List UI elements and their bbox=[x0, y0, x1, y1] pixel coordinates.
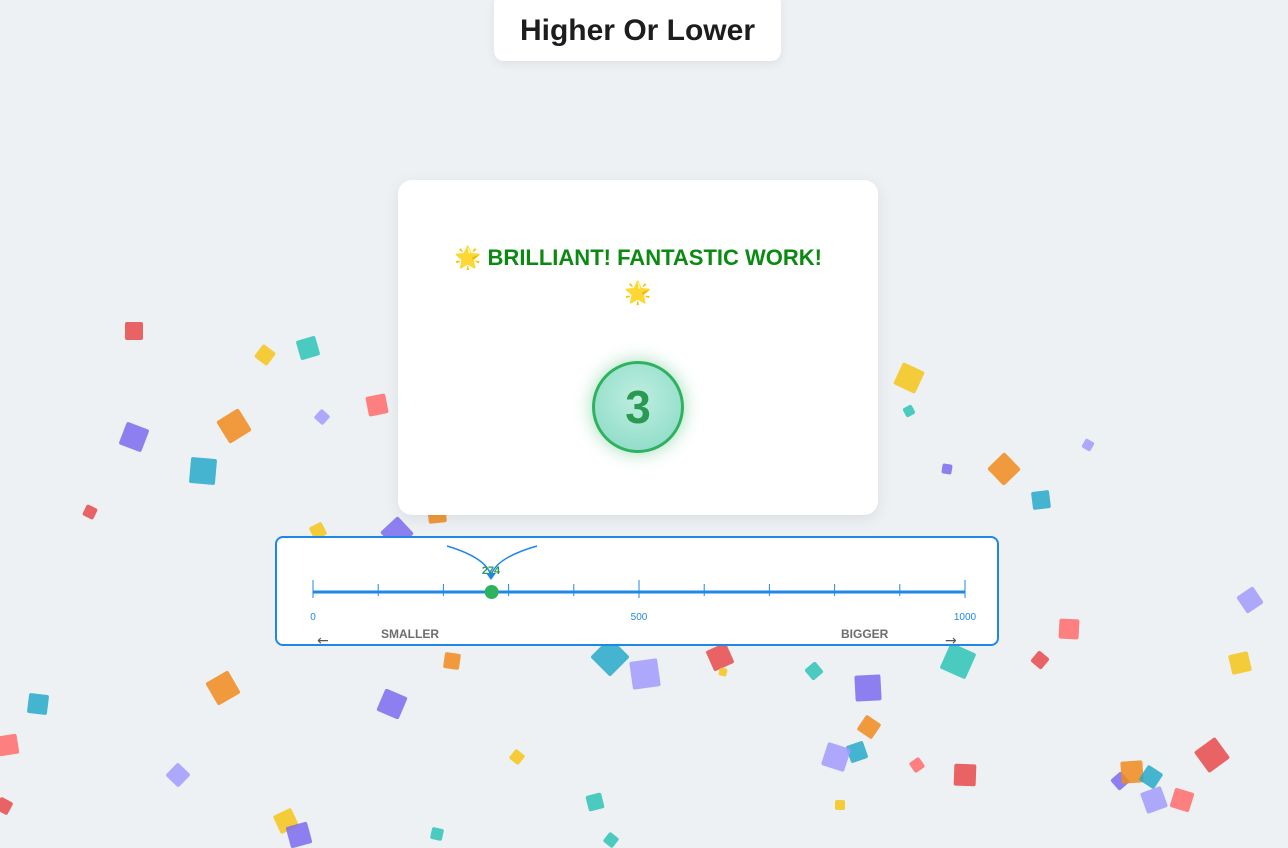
confetti-piece bbox=[902, 404, 916, 418]
confetti-piece bbox=[585, 792, 605, 812]
confetti-piece bbox=[804, 661, 824, 681]
tick-label-min: 0 bbox=[310, 612, 316, 623]
result-card: 🌟 BRILLIANT! FANTASTIC WORK! 🌟 3 bbox=[398, 180, 878, 515]
confetti-piece bbox=[0, 796, 14, 816]
confetti-piece bbox=[0, 733, 20, 757]
confetti-piece bbox=[442, 651, 462, 671]
bigger-label: BIGGER bbox=[841, 627, 889, 641]
number-line-ticks bbox=[312, 580, 966, 598]
star-icon: 🌟 bbox=[624, 280, 652, 305]
confetti-piece bbox=[253, 343, 277, 367]
confetti-piece bbox=[845, 740, 869, 764]
arrow-right-icon: → bbox=[945, 633, 957, 649]
confetti-piece bbox=[1193, 736, 1231, 774]
guess-count: 3 bbox=[625, 381, 651, 433]
confetti-piece bbox=[285, 821, 313, 848]
confetti-piece bbox=[1228, 651, 1252, 675]
success-message: 🌟 BRILLIANT! FANTASTIC WORK! 🌟 bbox=[428, 240, 848, 310]
confetti-piece bbox=[81, 503, 99, 521]
tick-label-max: 1000 bbox=[954, 612, 977, 623]
confetti-piece bbox=[295, 335, 321, 361]
confetti-piece bbox=[188, 456, 218, 486]
confetti-piece bbox=[26, 692, 50, 716]
guess-count-badge: 3 bbox=[592, 361, 684, 453]
confetti-piece bbox=[313, 408, 331, 426]
confetti-piece bbox=[1030, 650, 1050, 670]
confetti-piece bbox=[629, 658, 661, 690]
page-title: Higher Or Lower bbox=[519, 13, 756, 47]
confetti-piece bbox=[508, 748, 526, 766]
confetti-piece bbox=[1030, 489, 1052, 511]
message-text: BRILLIANT! FANTASTIC WORK! bbox=[487, 245, 822, 270]
arrow-left-icon: ← bbox=[317, 633, 329, 649]
confetti-piece bbox=[718, 667, 728, 677]
confetti-piece bbox=[205, 670, 241, 706]
confetti-piece bbox=[272, 807, 300, 835]
confetti-piece bbox=[1081, 438, 1095, 452]
confetti-piece bbox=[854, 674, 882, 702]
confetti-piece bbox=[216, 408, 252, 444]
confetti-piece bbox=[118, 421, 150, 453]
tick-label-mid: 500 bbox=[631, 612, 648, 623]
number-line-panel[interactable]: 0 500 1000 274 ← SMALLER BIGGER → bbox=[275, 536, 999, 649]
confetti-piece bbox=[1138, 764, 1164, 790]
confetti-piece bbox=[125, 322, 143, 340]
guess-value-label: 274 bbox=[482, 565, 501, 577]
confetti-piece bbox=[1236, 586, 1264, 614]
confetti-piece bbox=[1058, 618, 1080, 640]
confetti-piece bbox=[941, 463, 953, 475]
confetti-piece bbox=[365, 393, 389, 417]
confetti-piece bbox=[953, 763, 977, 787]
confetti-piece bbox=[165, 762, 191, 788]
confetti-piece bbox=[834, 799, 846, 811]
guess-marker[interactable] bbox=[484, 585, 499, 599]
confetti-piece bbox=[1120, 760, 1144, 784]
confetti-piece bbox=[820, 741, 852, 773]
title-card: Higher Or Lower bbox=[494, 0, 781, 61]
confetti-piece bbox=[1110, 771, 1130, 791]
smaller-label: SMALLER bbox=[381, 627, 439, 641]
star-icon: 🌟 bbox=[454, 245, 482, 270]
confetti-piece bbox=[987, 452, 1021, 486]
confetti-piece bbox=[1169, 787, 1195, 813]
confetti-piece bbox=[893, 362, 925, 394]
confetti-piece bbox=[856, 714, 882, 740]
confetti-piece bbox=[429, 826, 445, 842]
confetti-piece bbox=[908, 756, 926, 774]
confetti-piece bbox=[1139, 785, 1169, 815]
confetti-piece bbox=[376, 688, 408, 720]
